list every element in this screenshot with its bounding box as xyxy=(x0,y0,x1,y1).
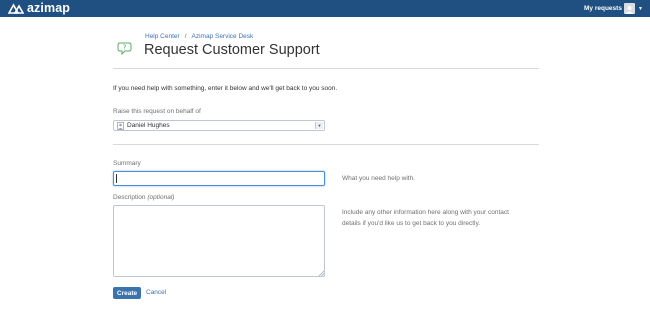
on-behalf-select[interactable]: Daniel Hughes ▼ xyxy=(113,120,325,131)
logo-text: azimap xyxy=(27,1,70,15)
summary-label: Summary xyxy=(113,160,141,167)
help-chat-icon: ? xyxy=(117,42,132,55)
on-behalf-value: Daniel Hughes xyxy=(127,122,170,129)
breadcrumb: Help Center / Azimap Service Desk xyxy=(145,33,253,40)
description-help-line1: Include any other information here along… xyxy=(342,209,509,216)
header-divider xyxy=(113,68,539,69)
azimap-logo[interactable]: azimap xyxy=(8,2,70,15)
create-button[interactable]: Create xyxy=(113,287,141,299)
description-help-line2: details if you'd like us to get back to … xyxy=(342,220,481,227)
summary-input[interactable] xyxy=(113,171,325,186)
text-cursor xyxy=(116,174,117,183)
chevron-down-icon: ▼ xyxy=(638,5,643,12)
user-avatar-icon xyxy=(624,3,635,14)
cancel-link[interactable]: Cancel xyxy=(146,289,166,296)
description-label: Description (optional) xyxy=(113,194,174,201)
intro-text: If you need help with something, enter i… xyxy=(113,85,338,92)
on-behalf-label: Raise this request on behalf of xyxy=(113,108,201,115)
description-textarea[interactable] xyxy=(113,205,325,277)
breadcrumb-separator: / xyxy=(184,33,187,40)
azimap-logo-icon xyxy=(8,3,24,14)
user-menu-button[interactable]: ▼ xyxy=(624,3,643,14)
resize-handle-icon[interactable] xyxy=(318,270,324,276)
my-requests-link[interactable]: My requests xyxy=(584,4,622,13)
chevron-down-icon[interactable]: ▼ xyxy=(315,122,323,129)
summary-help-text: What you need help with. xyxy=(342,175,415,182)
top-navigation-bar: azimap My requests ▼ xyxy=(0,0,650,17)
svg-text:?: ? xyxy=(123,44,127,52)
page-title: Request Customer Support xyxy=(144,42,320,58)
person-icon xyxy=(117,121,124,130)
form-divider xyxy=(113,144,539,145)
breadcrumb-help-center[interactable]: Help Center xyxy=(145,33,180,40)
optional-marker: (optional) xyxy=(147,194,175,201)
breadcrumb-service-desk[interactable]: Azimap Service Desk xyxy=(192,33,254,40)
description-label-text: Description xyxy=(113,194,146,201)
